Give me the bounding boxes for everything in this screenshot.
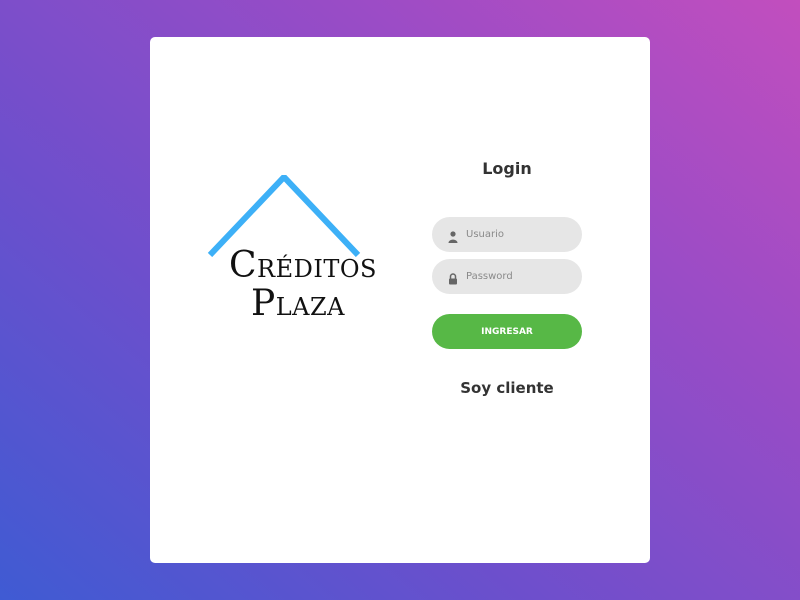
ingresar-button[interactable]: INGRESAR (432, 314, 582, 349)
password-field[interactable] (432, 259, 582, 294)
soy-cliente-link[interactable]: Soy cliente (432, 379, 582, 397)
login-card: CRÉDITOS PLAZA Login INGRESAR Soy client… (150, 37, 650, 563)
login-title: Login (482, 159, 532, 178)
lock-icon (448, 270, 458, 285)
user-icon (448, 228, 458, 243)
creditos-plaza-logo: CRÉDITOS PLAZA (207, 175, 376, 327)
password-input[interactable] (466, 259, 570, 294)
logo-line-1: CRÉDITOS (229, 245, 377, 286)
username-input[interactable] (466, 217, 570, 252)
logo-line-2: PLAZA (251, 283, 346, 324)
username-field[interactable] (432, 217, 582, 252)
